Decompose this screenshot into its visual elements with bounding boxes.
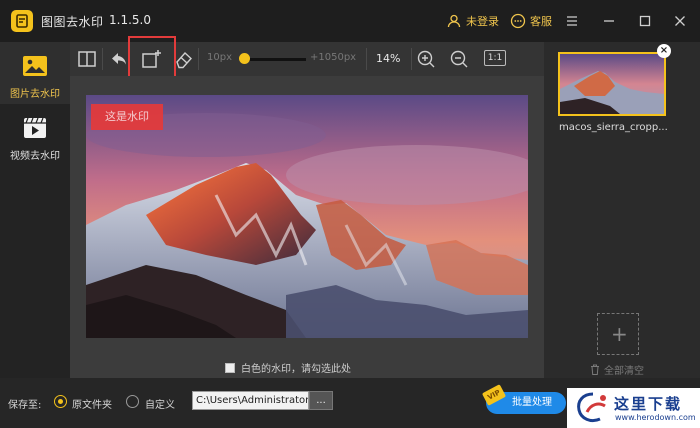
app-logo-icon (11, 10, 33, 32)
add-icon: + (611, 322, 628, 346)
login-button[interactable]: 未登录 (446, 0, 499, 42)
original-folder-label: 原文件夹 (72, 400, 112, 411)
white-watermark-label: 白色的水印，请勾选此处 (241, 364, 351, 375)
clear-all-button[interactable]: 全部清空 (590, 362, 644, 377)
custom-folder-label: 自定义 (145, 400, 175, 411)
toolbar: 10px +1050px 14% 1:1 (70, 36, 544, 82)
actual-size-button[interactable]: 1:1 (484, 50, 506, 66)
support-label: 客服 (530, 15, 552, 28)
minimize-icon[interactable] (601, 13, 617, 29)
chat-icon (510, 13, 526, 29)
canvas-area: 这是水印 白色的水印，请勾选此处 (70, 76, 544, 378)
nav-item-video-watermark[interactable]: 视频去水印 (0, 104, 70, 166)
radio-custom-folder[interactable] (126, 395, 139, 408)
login-label: 未登录 (466, 15, 499, 28)
zoom-in-icon[interactable] (416, 49, 436, 69)
nav-label-video: 视频去水印 (10, 151, 60, 162)
toolbar-divider (411, 48, 412, 70)
toolbar-divider (198, 48, 199, 70)
close-icon[interactable] (672, 13, 688, 29)
brush-size-min: 10px (207, 52, 232, 63)
white-watermark-checkbox[interactable] (225, 362, 235, 373)
menu-icon[interactable] (564, 13, 580, 29)
site-name: 这里下载 (614, 395, 683, 413)
file-thumbnail[interactable] (558, 52, 666, 116)
site-logo-icon (577, 392, 606, 423)
app-name: 图图去水印 (41, 15, 104, 29)
left-nav: 图片去水印 视频去水印 (0, 42, 70, 378)
nav-label-image: 图片去水印 (10, 89, 60, 100)
white-watermark-option[interactable]: 白色的水印，请勾选此处 (225, 360, 351, 375)
save-to-label: 保存至: (8, 400, 42, 411)
zoom-out-icon[interactable] (449, 49, 469, 69)
brush-size-slider[interactable] (242, 58, 306, 61)
remove-file-button[interactable]: × (657, 44, 671, 58)
brush-size-slider-thumb[interactable] (239, 53, 250, 64)
preview-image[interactable]: 这是水印 (86, 95, 528, 338)
brush-size-max: +1050px (310, 52, 357, 63)
site-watermark-logo: 这里下载 www.herodown.com (567, 388, 700, 428)
nav-item-image-watermark[interactable]: 图片去水印 (0, 42, 70, 104)
split-view-icon[interactable] (77, 49, 97, 69)
add-file-button[interactable]: + (597, 313, 639, 355)
eraser-icon[interactable] (174, 49, 194, 69)
user-icon (447, 14, 461, 28)
clear-all-label: 全部清空 (604, 366, 644, 377)
title-bar: 图图去水印 1.1.5.0 未登录 客服 (0, 0, 700, 42)
watermark-selection[interactable]: 这是水印 (91, 104, 163, 130)
toolbar-divider (366, 48, 367, 70)
radio-original-folder[interactable] (54, 395, 67, 408)
maximize-icon[interactable] (637, 13, 653, 29)
toolbar-divider (102, 48, 103, 70)
site-url: www.herodown.com (615, 413, 696, 422)
file-name: macos_sierra_cropp... (559, 122, 668, 133)
file-list-panel: × macos_sierra_cropp... + 全部清空 (544, 42, 700, 378)
zoom-level: 14% (376, 52, 401, 65)
support-button[interactable]: 客服 (510, 0, 552, 42)
video-icon (24, 117, 46, 138)
rect-select-icon[interactable] (141, 49, 161, 69)
trash-icon (591, 364, 599, 375)
undo-icon[interactable] (109, 49, 129, 69)
app-version: 1.1.5.0 (109, 13, 151, 27)
image-icon (23, 56, 47, 76)
browse-button[interactable]: ... (309, 391, 333, 410)
save-path-input[interactable]: C:\Users\Administrator (192, 391, 309, 410)
